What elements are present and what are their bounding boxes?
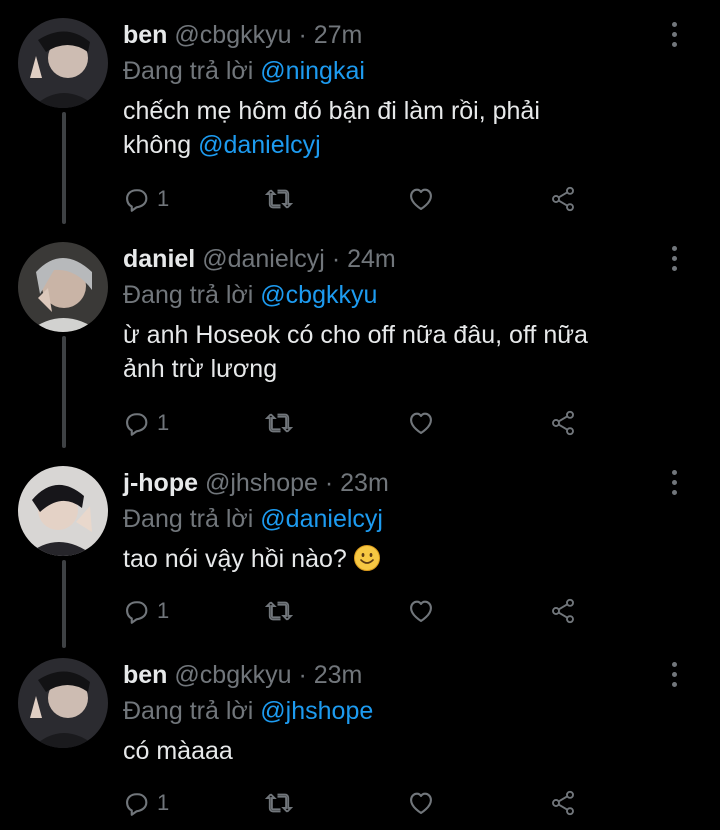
display-name[interactable]: ben xyxy=(123,21,167,49)
like-button[interactable] xyxy=(407,788,435,818)
tweet-text: có màaaa xyxy=(123,734,683,768)
replying-to-mention[interactable]: @cbgkkyu xyxy=(260,281,377,309)
replying-to-mention[interactable]: @jhshope xyxy=(260,697,373,725)
reply-icon xyxy=(126,413,148,436)
tweet-mention[interactable]: @danielcyj xyxy=(198,131,321,159)
share-icon xyxy=(552,410,574,436)
retweet-icon xyxy=(265,413,293,433)
tweet-text: ừ anh Hoseok có cho off nữa đâu, off nữa… xyxy=(123,318,683,386)
share-icon xyxy=(552,790,574,816)
tweet-text-line: ảnh trừ lương xyxy=(123,355,278,383)
tweet-text-segment: không xyxy=(123,131,199,159)
tweet-text-line: chếch mẹ hôm đó bận đi làm rồi, phải xyxy=(123,97,540,125)
more-options-icon[interactable] xyxy=(664,662,684,690)
replying-to-mention[interactable]: @danielcyj xyxy=(260,505,383,533)
tweet-header: j-hope @jhshope · 23m xyxy=(123,468,389,498)
reply-button[interactable]: 1 xyxy=(123,596,169,626)
tweet-text-line: không @danielcyj xyxy=(123,128,683,162)
display-name[interactable]: ben xyxy=(123,661,167,689)
share-button[interactable] xyxy=(549,408,577,438)
like-icon xyxy=(410,188,432,210)
reply-count: 1 xyxy=(157,410,170,435)
smile-emoji xyxy=(353,545,380,571)
more-options-icon[interactable] xyxy=(664,470,684,498)
like-button[interactable] xyxy=(407,184,435,214)
tweet-text-line: ừ anh Hoseok có cho off nữa đâu, off nữa xyxy=(123,321,588,349)
avatar[interactable] xyxy=(18,466,108,556)
retweet-button[interactable] xyxy=(265,184,293,214)
replying-to-mention[interactable]: @ningkai xyxy=(260,57,365,85)
user-handle[interactable]: @cbgkkyu xyxy=(174,661,291,689)
more-options-icon[interactable] xyxy=(664,246,684,274)
avatar[interactable] xyxy=(18,658,108,748)
share-icon xyxy=(552,598,574,624)
tweet-4[interactable]: ben @cbgkkyu · 23m Đang trả lời @jhshope… xyxy=(0,640,720,830)
replying-to: Đang trả lời @danielcyj xyxy=(123,504,383,534)
retweet-icon xyxy=(265,793,293,813)
share-button[interactable] xyxy=(549,184,577,214)
more-options-icon[interactable] xyxy=(664,22,684,50)
tweet-actions: 1 xyxy=(123,596,603,626)
timestamp[interactable]: · 27m xyxy=(298,21,362,49)
reply-icon xyxy=(126,189,148,212)
replying-to: Đang trả lời @ningkai xyxy=(123,56,365,86)
timestamp[interactable]: · 23m xyxy=(298,661,362,689)
replying-to: Đang trả lời @jhshope xyxy=(123,696,373,726)
avatar[interactable] xyxy=(18,18,108,108)
reply-icon xyxy=(126,793,148,816)
share-button[interactable] xyxy=(549,788,577,818)
timestamp[interactable]: · 24m xyxy=(332,245,396,273)
reply-count: 1 xyxy=(157,598,170,623)
display-name[interactable]: daniel xyxy=(123,245,195,273)
reply-button[interactable]: 1 xyxy=(123,184,169,214)
retweet-button[interactable] xyxy=(265,408,293,438)
user-handle[interactable]: @cbgkkyu xyxy=(174,21,291,49)
replying-to-label: Đang trả lời xyxy=(123,57,254,85)
reply-button[interactable]: 1 xyxy=(123,788,169,818)
share-icon xyxy=(552,186,574,212)
like-button[interactable] xyxy=(407,408,435,438)
tweet-1[interactable]: ben @cbgkkyu · 27m Đang trả lời @ningkai… xyxy=(0,0,720,224)
tweet-header: ben @cbgkkyu · 23m xyxy=(123,660,362,690)
like-button[interactable] xyxy=(407,596,435,626)
tweet-text: chếch mẹ hôm đó bận đi làm rồi, phải khô… xyxy=(123,94,683,162)
user-handle[interactable]: @jhshope xyxy=(205,469,318,497)
tweet-text-segment: tao nói vậy hồi nào? xyxy=(123,545,347,573)
replying-to: Đang trả lời @cbgkkyu xyxy=(123,280,377,310)
replying-to-label: Đang trả lời xyxy=(123,697,254,725)
tweet-actions: 1 xyxy=(123,788,603,818)
reply-button[interactable]: 1 xyxy=(123,408,169,438)
tweet-text-line: tao nói vậy hồi nào? xyxy=(123,542,683,576)
like-icon xyxy=(410,792,432,814)
user-handle[interactable]: @danielcyj xyxy=(202,245,325,273)
tweet-text-line: có màaaa xyxy=(123,737,233,765)
tweet-header: daniel @danielcyj · 24m xyxy=(123,244,396,274)
retweet-button[interactable] xyxy=(265,596,293,626)
timestamp[interactable]: · 23m xyxy=(325,469,389,497)
tweet-header: ben @cbgkkyu · 27m xyxy=(123,20,362,50)
tweet-text: tao nói vậy hồi nào? xyxy=(123,542,683,576)
tweet-3[interactable]: j-hope @jhshope · 23m Đang trả lời @dani… xyxy=(0,448,720,638)
like-icon xyxy=(410,412,432,434)
tweet-actions: 1 xyxy=(123,184,603,214)
tweet-actions: 1 xyxy=(123,408,603,438)
reply-icon xyxy=(126,601,148,624)
reply-count: 1 xyxy=(157,790,170,815)
display-name[interactable]: j-hope xyxy=(123,469,198,497)
retweet-icon xyxy=(265,601,293,621)
avatar[interactable] xyxy=(18,242,108,332)
retweet-button[interactable] xyxy=(265,788,293,818)
retweet-icon xyxy=(265,189,293,209)
like-icon xyxy=(410,600,432,622)
share-button[interactable] xyxy=(549,596,577,626)
tweet-2[interactable]: daniel @danielcyj · 24m Đang trả lời @cb… xyxy=(0,224,720,448)
replying-to-label: Đang trả lời xyxy=(123,281,254,309)
replying-to-label: Đang trả lời xyxy=(123,505,254,533)
reply-count: 1 xyxy=(157,186,170,211)
